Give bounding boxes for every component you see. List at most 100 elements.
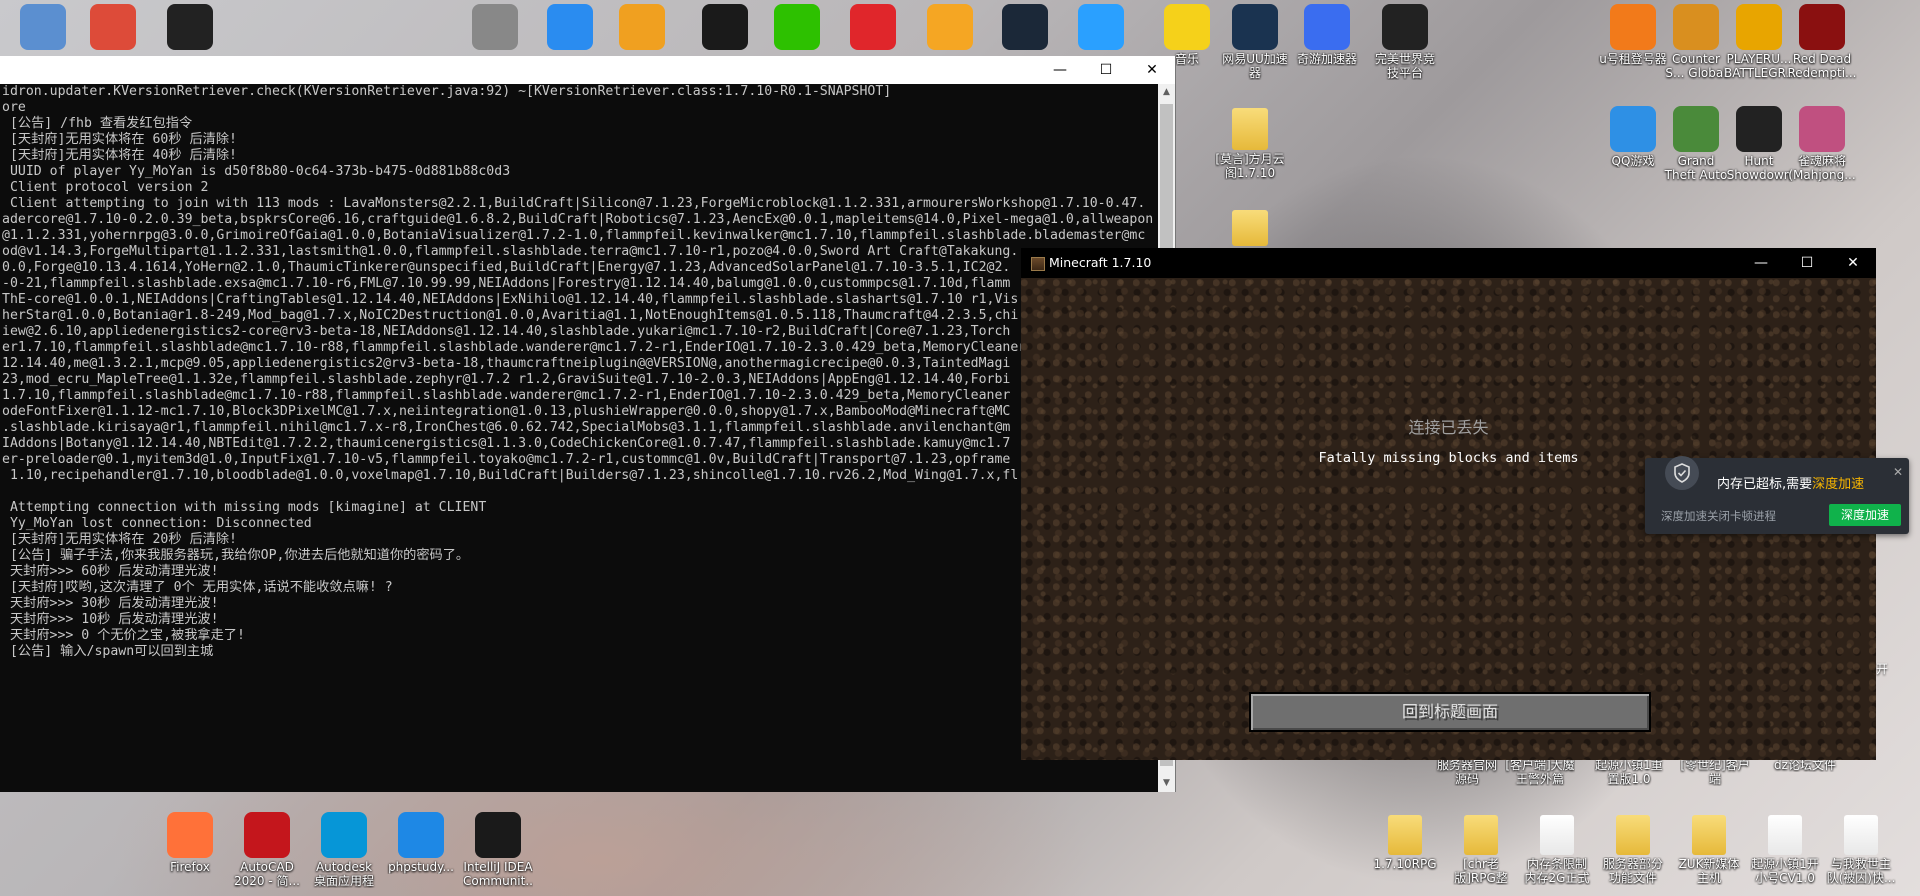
maximize-icon[interactable]: ☐ bbox=[1784, 248, 1830, 278]
game-app-shortcut[interactable] bbox=[915, 4, 985, 52]
notification-accent-link[interactable]: 深度加速 bbox=[1812, 477, 1864, 492]
phpstudy-shortcut[interactable]: phpstudy... bbox=[386, 812, 456, 874]
file-shortcut[interactable]: 起源小镇1开小号CV1.0 bbox=[1750, 815, 1820, 885]
baidu-netdisk-shortcut[interactable] bbox=[535, 4, 605, 52]
shortcut-label: [客户端]大魔王警外篇 bbox=[1505, 758, 1575, 786]
file-shortcut[interactable]: 与我救世主队(被囚)快... bbox=[1826, 815, 1896, 885]
qq-game-icon bbox=[1610, 106, 1656, 152]
computer-shortcut[interactable] bbox=[8, 4, 78, 52]
video-shortcut[interactable] bbox=[155, 4, 225, 52]
console-line: 0.0,Forge@10.13.4.1614,YoHern@2.1.0,Thau… bbox=[2, 260, 1011, 275]
desktop-folder-icon-2[interactable] bbox=[1215, 210, 1285, 248]
minimize-icon[interactable]: — bbox=[1738, 248, 1784, 278]
folder-shortcut[interactable]: [客户端]大魔王警外篇 bbox=[1505, 758, 1575, 786]
folder-shortcut[interactable]: 服务器官网源码 bbox=[1432, 758, 1502, 786]
uhaozu-shortcut[interactable]: u号租登号器 bbox=[1598, 4, 1668, 66]
qq-shortcut[interactable] bbox=[690, 4, 760, 52]
chrome-shortcut[interactable] bbox=[78, 4, 148, 52]
shortcut-label: Hunt Showdown bbox=[1726, 154, 1792, 182]
console-line: [天封府]无用实体将在 20秒 后清除! bbox=[2, 532, 237, 547]
shortcut-label: 雀魂麻将(Mahjong... bbox=[1788, 154, 1856, 182]
console-output[interactable]: idron.updater.KVersionRetriever.check(KV… bbox=[0, 84, 1157, 792]
shortcut-label: AutoCAD 2020 - 简... bbox=[234, 860, 300, 888]
back-to-title-button[interactable]: 回到标题画面 bbox=[1249, 692, 1651, 732]
console-line: herStar@1.0.0,Botania@r1.8-249,Mod_bag@1… bbox=[2, 308, 1019, 323]
maximize-icon[interactable]: ☐ bbox=[1083, 56, 1129, 84]
desktop-folder-icon[interactable]: [莫言]方月云阁1.7.10群... bbox=[1215, 108, 1285, 180]
console-line: ThE-core@1.0.0.1,NEIAddons|CraftingTable… bbox=[2, 292, 1019, 307]
console-line: [公告] 骗子手法,你来我服务器玩,我给你OP,你进去后他就知道你的密码了。 bbox=[2, 548, 470, 563]
pubg-shortcut[interactable]: PLAYERU... BATTLEGR... bbox=[1724, 4, 1794, 80]
qiyou-shortcut[interactable]: 奇游加速器 bbox=[1292, 4, 1362, 66]
close-icon[interactable]: ✕ bbox=[1893, 465, 1903, 479]
console-line: 1.10,recipehandler@1.7.10,bloodblade@1.0… bbox=[2, 468, 1019, 483]
settings-icon bbox=[472, 4, 518, 50]
netease-music-shortcut[interactable] bbox=[838, 4, 908, 52]
desktop-label-fragment: 开 bbox=[1876, 662, 1889, 676]
shortcut-label: PLAYERU... BATTLEGR... bbox=[1724, 52, 1794, 80]
minecraft-titlebar[interactable]: Minecraft 1.7.10 — ☐ ✕ bbox=[1021, 248, 1876, 278]
shortcut-label: 起源小镇1开小号CV1.0 bbox=[1751, 857, 1819, 885]
gta-shortcut[interactable]: Grand Theft Auto V bbox=[1661, 106, 1731, 182]
server-console-window[interactable]: — ☐ ✕ idron.updater.KVersionRetriever.ch… bbox=[0, 56, 1176, 792]
shortcut-label: IntelliJ IDEA Communit... bbox=[463, 860, 533, 888]
settings-shortcut[interactable] bbox=[460, 4, 530, 52]
folder-shortcut[interactable]: 起源小镇1重置版1.0 bbox=[1594, 758, 1664, 786]
folder-shortcut[interactable]: 1.7.10RPG bbox=[1370, 815, 1440, 871]
scroll-up-icon[interactable]: ▲ bbox=[1158, 84, 1175, 101]
folder-shortcut[interactable]: [零世纪]客户端 bbox=[1680, 758, 1750, 786]
deep-accelerate-button[interactable]: 深度加速 bbox=[1829, 504, 1901, 526]
console-line: Client attempting to join with 113 mods … bbox=[2, 196, 1146, 211]
steam-shortcut[interactable] bbox=[990, 4, 1060, 52]
wechat-icon bbox=[774, 4, 820, 50]
folder-shortcut[interactable]: ZUK新媒体主机quater... bbox=[1674, 815, 1744, 885]
console-line: adercore@1.7.10-0.2.0.39_beta,bspkrsCore… bbox=[2, 212, 1154, 227]
minimize-icon[interactable]: — bbox=[1037, 56, 1083, 84]
shield-icon bbox=[1665, 456, 1699, 490]
close-icon[interactable]: ✕ bbox=[1129, 56, 1175, 84]
wechat-shortcut[interactable] bbox=[762, 4, 832, 52]
shortcut-label: [零世纪]客户端 bbox=[1680, 758, 1750, 786]
folder-shortcut[interactable]: [chr老版]RPG整合... bbox=[1446, 815, 1516, 885]
file-icon bbox=[1844, 815, 1878, 855]
rdr-icon bbox=[1799, 4, 1845, 50]
shortcut-label: 1.7.10RPG bbox=[1373, 857, 1437, 871]
console-line: Attempting connection with missing mods … bbox=[2, 500, 487, 515]
console-line: UUID of player Yy_MoYan is d50f8b80-0c64… bbox=[2, 164, 511, 179]
console-line: [天封府]哎哟,这次清理了 0个 无用实体,话说不能收敛点嘛! ? bbox=[2, 580, 393, 595]
csgo-shortcut[interactable]: Counter S... Global Off... bbox=[1661, 4, 1731, 80]
shortcut-label: Counter S... Global Off... bbox=[1665, 52, 1727, 80]
video-player-shortcut[interactable] bbox=[1066, 4, 1136, 52]
console-line: 天封府>>> 10秒 后发动清理光波! bbox=[2, 612, 219, 627]
folder-shortcut[interactable]: 服务器部分功能文件 bbox=[1598, 815, 1668, 885]
qq-game-shortcut[interactable]: QQ游戏 bbox=[1598, 106, 1668, 168]
perfect-world-shortcut[interactable]: 完美世界竞技平台 bbox=[1370, 4, 1440, 80]
close-icon[interactable]: ✕ bbox=[1830, 248, 1876, 278]
console-line: ore bbox=[2, 100, 26, 115]
console-titlebar[interactable]: — ☐ ✕ bbox=[0, 56, 1175, 84]
pubg-icon bbox=[1736, 4, 1782, 50]
shortcut-label: 服务器部分功能文件 bbox=[1602, 857, 1663, 885]
shortcut-label: 起源小镇1重置版1.0 bbox=[1595, 758, 1663, 786]
scroll-down-icon[interactable]: ▼ bbox=[1158, 775, 1175, 792]
mahjong-shortcut[interactable]: 雀魂麻将(Mahjong... bbox=[1787, 106, 1857, 182]
qq-icon bbox=[702, 4, 748, 50]
notification-subtext: 深度加速关闭卡顿进程 bbox=[1661, 509, 1776, 523]
netease-music-icon bbox=[850, 4, 896, 50]
uu-shortcut[interactable]: 网易UU加速器 bbox=[1220, 4, 1290, 80]
intellij-shortcut[interactable]: IntelliJ IDEA Communit... bbox=[463, 812, 533, 888]
disconnect-heading: 连接已丢失 bbox=[1408, 418, 1489, 437]
autodesk-shortcut[interactable]: Autodesk 桌面应用程序 bbox=[309, 812, 379, 888]
folder-shortcut[interactable]: dz论坛文件 bbox=[1770, 758, 1840, 772]
autocad-shortcut[interactable]: AutoCAD 2020 - 简... bbox=[232, 812, 302, 888]
console-line: er1.7.10,flammpfeil.slashblade@mc1.7.10-… bbox=[2, 340, 1035, 355]
rdr-shortcut[interactable]: Red Dead Redempti... bbox=[1787, 4, 1857, 80]
file-shortcut[interactable]: 内存条限制内存2G正式版 bbox=[1522, 815, 1592, 885]
yy-icon bbox=[619, 4, 665, 50]
shortcut-label: Autodesk 桌面应用程序 bbox=[313, 860, 374, 888]
firefox-shortcut[interactable]: Firefox bbox=[155, 812, 225, 874]
yy-shortcut[interactable] bbox=[607, 4, 677, 52]
hunt-shortcut[interactable]: Hunt Showdown bbox=[1724, 106, 1794, 182]
shortcut-label: dz论坛文件 bbox=[1774, 758, 1836, 772]
